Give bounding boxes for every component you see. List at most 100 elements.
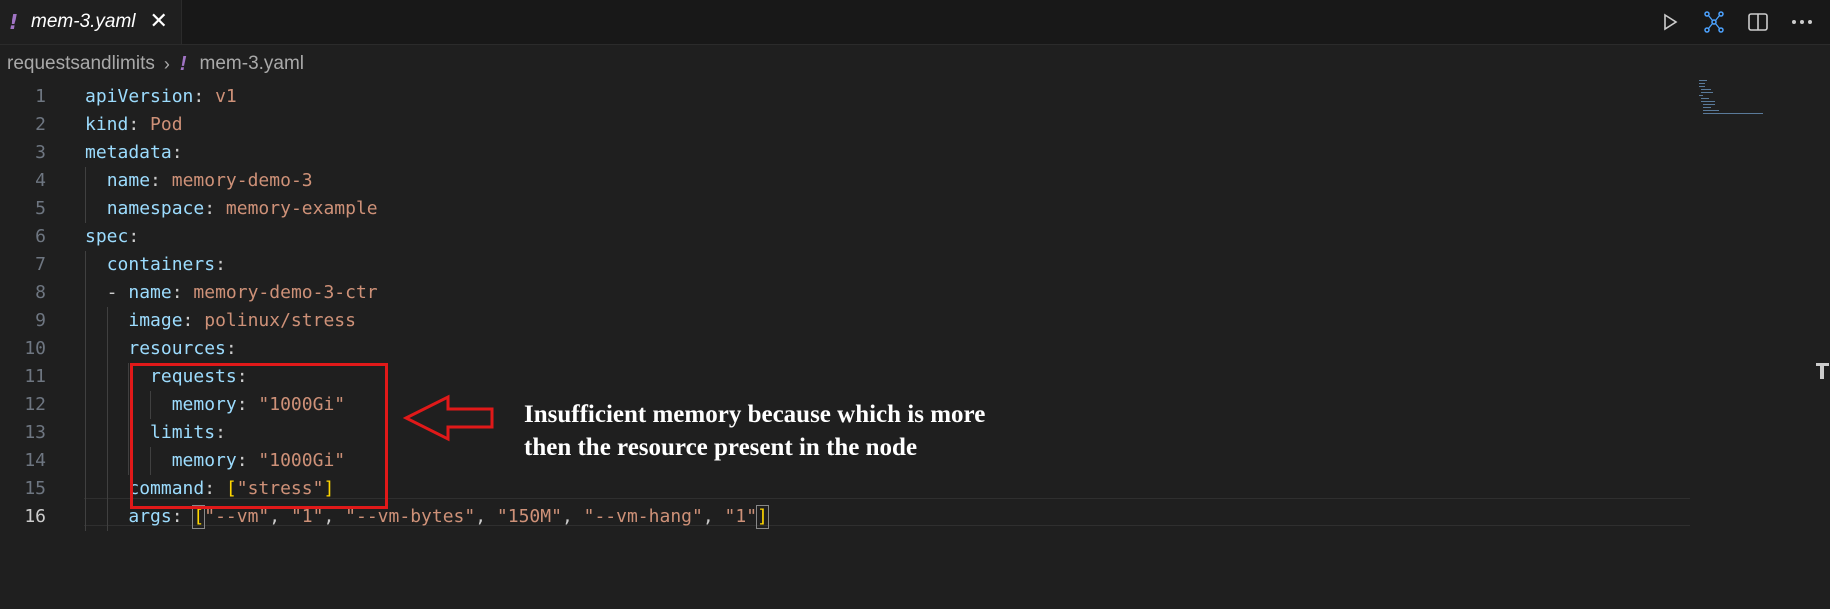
bracket-match-box [756, 505, 769, 529]
token-str: v1 [215, 86, 237, 107]
code-text: - name: memory-demo-3-ctr [85, 279, 378, 307]
breadcrumb-file[interactable]: mem-3.yaml [200, 53, 305, 75]
token-str: "150M" [496, 506, 562, 527]
token-key: metadata [85, 142, 172, 163]
line-number: 9 [35, 310, 46, 331]
split-editor-icon[interactable] [1744, 8, 1772, 36]
token-pun [85, 198, 107, 219]
line-number: 7 [35, 254, 46, 275]
line-number: 3 [35, 142, 46, 163]
indent-guide [85, 251, 86, 531]
token-str: memory-demo-3 [171, 170, 313, 191]
code-line[interactable]: 2 kind: Pod [0, 111, 1690, 139]
token-str: polinux/stress [204, 310, 356, 331]
line-number: 1 [35, 86, 46, 107]
token-str: "--vm" [204, 506, 270, 527]
line-number: 13 [24, 422, 46, 443]
scrollbar-marker[interactable] [1815, 362, 1830, 380]
line-number: 8 [35, 282, 46, 303]
code-line[interactable]: 4 name: memory-demo-3 [0, 167, 1690, 195]
annotation-line-2: then the resource present in the node [524, 434, 918, 461]
annotation-line-1: Insufficient memory because which is mor… [524, 401, 986, 428]
token-key: namespace [106, 198, 205, 219]
token-key: apiVersion [85, 86, 194, 107]
line-number: 5 [35, 198, 46, 219]
breadcrumb: requestsandlimits › ! mem-3.yaml [0, 50, 304, 78]
token-str: Pod [150, 114, 183, 135]
line-number: 14 [24, 450, 46, 471]
token-pun: , [702, 506, 725, 527]
token-pun: , [475, 506, 497, 527]
yaml-exclamation-icon: ! [179, 52, 187, 75]
token-pun: : [171, 506, 194, 527]
code-text: apiVersion: v1 [85, 83, 237, 111]
tab-bar: ! mem-3.yaml ✕ [0, 0, 1830, 45]
close-icon[interactable]: ✕ [150, 11, 168, 33]
code-line[interactable]: 7 containers: [0, 251, 1690, 279]
breadcrumb-folder[interactable]: requestsandlimits [7, 53, 155, 75]
minimap[interactable] [1697, 78, 1765, 118]
token-pun: : [171, 282, 194, 303]
token-pun: , [323, 506, 346, 527]
code-text: resources: [85, 335, 236, 363]
token-pun: : [150, 170, 172, 191]
chevron-right-icon: › [163, 53, 170, 74]
code-line[interactable]: 8 - name: memory-demo-3-ctr [0, 279, 1690, 307]
token-key: name [106, 170, 151, 191]
token-pun: , [269, 506, 291, 527]
token-key: image [128, 310, 183, 331]
tab-label: mem-3.yaml [31, 11, 136, 32]
code-text: name: memory-demo-3 [85, 167, 313, 195]
code-text: containers: [85, 251, 226, 279]
token-pun: - [85, 282, 129, 303]
code-line[interactable]: 1 apiVersion: v1 [0, 83, 1690, 111]
more-actions-icon[interactable] [1788, 8, 1816, 36]
token-pun: : [215, 254, 226, 275]
token-key: kind [85, 114, 129, 135]
token-key: args [128, 506, 172, 527]
source-control-graph-icon[interactable] [1700, 8, 1728, 36]
code-text: namespace: memory-example [85, 195, 378, 223]
code-text: image: polinux/stress [85, 307, 356, 335]
token-pun: : [128, 114, 151, 135]
code-text: metadata: [85, 139, 183, 167]
line-number: 15 [24, 478, 46, 499]
line-number: 6 [35, 226, 46, 247]
token-key: name [128, 282, 172, 303]
token-pun [85, 254, 107, 275]
token-str: "1" [290, 506, 324, 527]
code-text: spec: [85, 223, 139, 251]
line-number: 11 [24, 366, 46, 387]
code-line[interactable]: 5 namespace: memory-example [0, 195, 1690, 223]
code-text: kind: Pod [85, 111, 183, 139]
yaml-exclamation-icon: ! [9, 10, 19, 34]
line-number: 2 [35, 114, 46, 135]
token-pun: : [204, 198, 226, 219]
run-icon[interactable] [1656, 8, 1684, 36]
token-key: resources [128, 338, 226, 359]
code-line[interactable]: 6 spec: [0, 223, 1690, 251]
token-str: "--vm-bytes" [345, 506, 476, 527]
token-key: containers [106, 254, 216, 275]
token-pun: , [561, 506, 584, 527]
editor-actions [1656, 0, 1816, 44]
line-number: 4 [35, 170, 46, 191]
code-line[interactable]: 3 metadata: [0, 139, 1690, 167]
token-str: memory-example [225, 198, 378, 219]
annotation-text: Insufficient memory because which is mor… [524, 398, 985, 464]
token-pun: : [171, 142, 183, 163]
line-number: 10 [24, 338, 46, 359]
code-line[interactable]: 10 resources: [0, 335, 1690, 363]
token-pun [85, 170, 107, 191]
tab-mem-3-yaml[interactable]: ! mem-3.yaml ✕ [0, 0, 182, 44]
token-pun: : [193, 86, 216, 107]
annotation-arrow-icon [403, 394, 494, 442]
token-pun: : [182, 310, 205, 331]
token-pun: : [128, 226, 140, 247]
annotation-highlight-box [130, 363, 388, 509]
line-number: 16 [24, 506, 46, 527]
indent-guide [85, 167, 86, 223]
code-line[interactable]: 9 image: polinux/stress [0, 307, 1690, 335]
token-key: spec [85, 226, 129, 247]
indent-guide [106, 307, 108, 531]
